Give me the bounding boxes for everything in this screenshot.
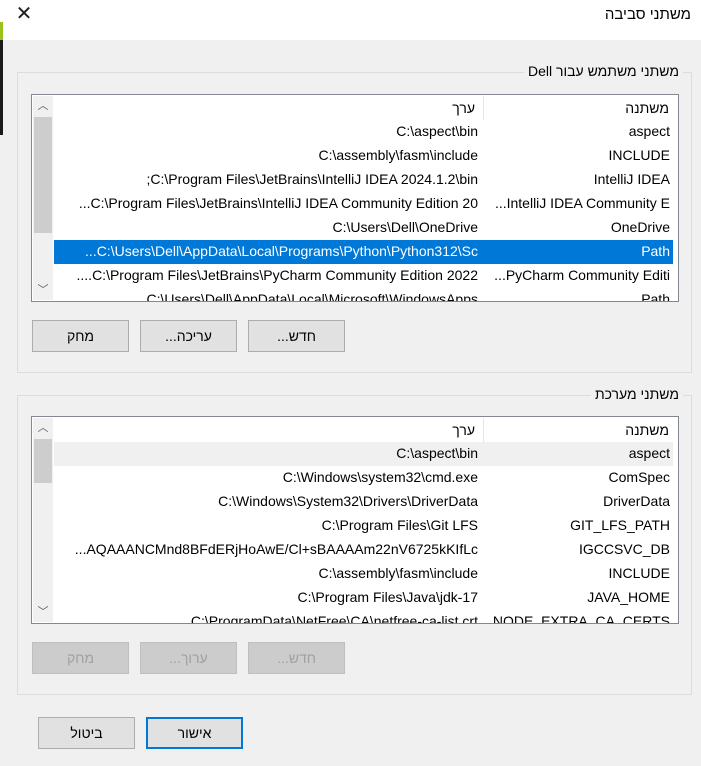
variable-name: JAVA_HOME	[587, 589, 670, 605]
variable-name: NODE_EXTRA_CA_CERTS	[492, 613, 670, 624]
system-variables-label: משתני מערכת	[590, 386, 683, 402]
variable-name: aspect	[628, 123, 670, 139]
variable-value: C:\Program Files\Java\jdk-17	[297, 589, 478, 605]
header-value[interactable]: ערך	[452, 100, 475, 116]
title-bar: משתני סביבה ✕	[0, 0, 701, 40]
scrollbar[interactable]: ︿ ﹀	[33, 96, 53, 300]
scroll-up-icon[interactable]: ︿	[33, 418, 53, 438]
variable-name: DriverData	[603, 493, 670, 509]
user-variables-label: משתני משתמש עבור Dell	[524, 63, 683, 79]
user-variables-list[interactable]: ︿ ﹀ משתנה ערך C:\aspect\bin aspect C:\asse…	[31, 94, 679, 302]
scroll-thumb[interactable]	[34, 439, 52, 483]
variable-name: INCLUDE	[608, 147, 670, 163]
variable-name: ...IntelliJ IDEA Community E	[494, 195, 670, 211]
variable-value: C:\ProgramData\NetFree\CA\netfree-ca-lis…	[190, 613, 478, 624]
scroll-down-icon[interactable]: ﹀	[33, 602, 53, 622]
rows: C:\aspect\bin aspect C:\assembly\fasm\incl…	[54, 120, 673, 302]
table-row[interactable]: C:\ProgramData\NetFree\CA\netfree-ca-lis…	[54, 610, 673, 624]
table-row[interactable]: C:\Program Files\Java\jdk-17 JAVA_HOME	[54, 586, 673, 610]
column-divider[interactable]	[483, 96, 484, 120]
variable-name: Path	[641, 243, 670, 259]
cancel-button[interactable]: ביטול	[38, 717, 135, 749]
variable-name: OneDrive	[610, 219, 670, 235]
variable-value: C:\assembly\fasm\include	[318, 565, 478, 581]
table-row[interactable]: ...C:\Program Files\JetBrains\IntelliJ I…	[54, 192, 673, 216]
user-new-button[interactable]: חדש...	[248, 320, 345, 352]
variable-value: C:\Users\Dell\AppData\Local\Microsoft\Wi…	[146, 291, 478, 302]
column-divider[interactable]	[483, 418, 484, 442]
table-row[interactable]: C:\Windows\System32\Drivers\DriverData Dr…	[54, 490, 673, 514]
variable-name: Path	[641, 291, 670, 302]
table-row[interactable]: C:\Windows\system32\cmd.exe ComSpec	[54, 466, 673, 490]
variable-value: C:\aspect\bin	[396, 445, 478, 461]
user-delete-button[interactable]: מחק	[32, 320, 129, 352]
table-row[interactable]: C:\aspect\bin aspect	[54, 442, 673, 466]
variable-value: C:\Windows\System32\Drivers\DriverData	[218, 493, 478, 509]
close-icon[interactable]: ✕	[12, 4, 36, 24]
variable-name: GIT_LFS_PATH	[570, 517, 670, 533]
scroll-up-icon[interactable]: ︿	[33, 96, 53, 116]
table-row[interactable]: ....C:\Program Files\JetBrains\PyCharm C…	[54, 264, 673, 288]
table-row[interactable]: ;C:\Program Files\JetBrains\IntelliJ IDE…	[54, 168, 673, 192]
variable-value: ....C:\Program Files\JetBrains\PyCharm C…	[76, 267, 478, 283]
system-variables-list[interactable]: ︿ ﹀ משתנה ערך C:\aspect\bin aspect C:\Wind…	[31, 416, 679, 624]
variable-value: C:\aspect\bin	[396, 123, 478, 139]
variable-value: C:\Program Files\Git LFS	[321, 517, 478, 533]
header-name[interactable]: משתנה	[625, 100, 669, 116]
variable-name: ...PyCharm Community Editi	[494, 267, 670, 283]
background-window-edge	[0, 40, 3, 135]
table-row[interactable]: C:\Program Files\Git LFS GIT_LFS_PATH	[54, 514, 673, 538]
table-row[interactable]: C:\assembly\fasm\include INCLUDE	[54, 562, 673, 586]
ok-button[interactable]: אישור	[146, 717, 243, 749]
variable-name: IGCCSVC_DB	[578, 541, 670, 557]
list-header: משתנה ערך	[54, 418, 673, 442]
window-title: משתני סביבה	[604, 6, 691, 23]
scroll-down-icon[interactable]: ﹀	[33, 280, 53, 300]
variable-value: ;C:\Program Files\JetBrains\IntelliJ IDE…	[146, 171, 478, 187]
system-edit-button[interactable]: ערוך...	[140, 642, 237, 674]
variable-value: ...AQAAANCMnd8BFdERjHoAwE/Cl+sBAAAAm22nV…	[74, 541, 478, 557]
variable-name: IntelliJ IDEA	[593, 171, 670, 187]
rows: C:\aspect\bin aspect C:\Windows\system32\c…	[54, 442, 673, 624]
variable-value: C:\assembly\fasm\include	[318, 147, 478, 163]
table-row[interactable]: ...AQAAANCMnd8BFdERjHoAwE/Cl+sBAAAAm22nV…	[54, 538, 673, 562]
system-delete-button[interactable]: מחק	[32, 642, 129, 674]
variable-name: ComSpec	[608, 469, 670, 485]
variable-value: C:\Windows\system32\cmd.exe	[282, 469, 478, 485]
scroll-thumb[interactable]	[34, 117, 52, 233]
header-value[interactable]: ערך	[452, 422, 475, 438]
variable-value: C:\Users\Dell\OneDrive	[332, 219, 478, 235]
table-row[interactable]: C:\assembly\fasm\include INCLUDE	[54, 144, 673, 168]
table-row[interactable]: C:\Users\Dell\OneDrive OneDrive	[54, 216, 673, 240]
list-header: משתנה ערך	[54, 96, 673, 120]
user-edit-button[interactable]: עריכה...	[140, 320, 237, 352]
variable-name: aspect	[628, 445, 670, 461]
header-name[interactable]: משתנה	[625, 422, 669, 438]
variable-name: INCLUDE	[608, 565, 670, 581]
table-row[interactable]: ...C:\Users\Dell\AppData\Local\Programs\…	[54, 240, 673, 264]
variable-value: ...C:\Program Files\JetBrains\IntelliJ I…	[78, 195, 478, 211]
table-row[interactable]: C:\Users\Dell\AppData\Local\Microsoft\Wi…	[54, 288, 673, 302]
variable-value: ...C:\Users\Dell\AppData\Local\Programs\…	[85, 243, 478, 259]
scrollbar[interactable]: ︿ ﹀	[33, 418, 53, 622]
table-row[interactable]: C:\aspect\bin aspect	[54, 120, 673, 144]
system-new-button[interactable]: חדש...	[248, 642, 345, 674]
